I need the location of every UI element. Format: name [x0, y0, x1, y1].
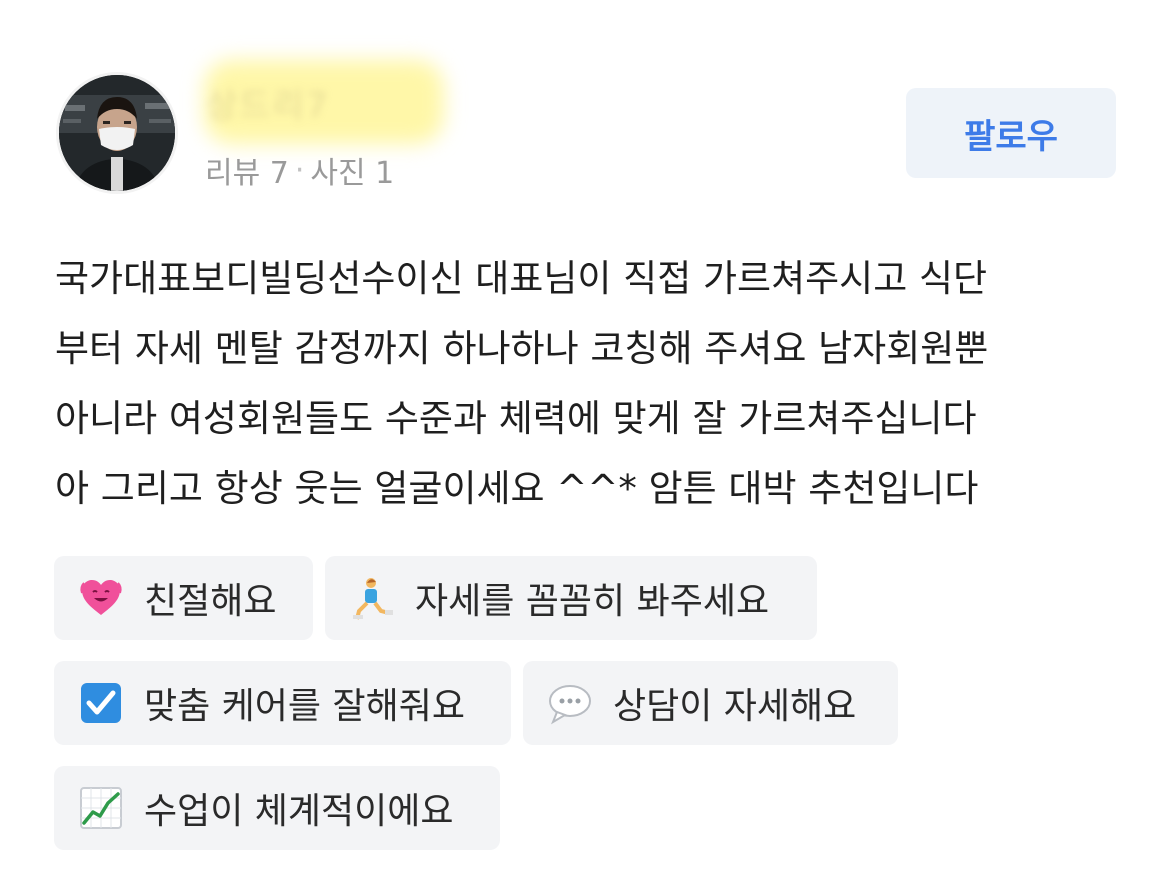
reviewer-stats: 리뷰 7 · 사진 1 — [205, 148, 394, 192]
lunge-person-icon — [349, 575, 395, 621]
tag-label: 자세를 꼼꼼히 봐주세요 — [415, 581, 770, 622]
follow-button[interactable]: 팔로우 — [906, 88, 1116, 178]
review-line: 부터 자세 멘탈 감정까지 하나하나 코칭해 주셔요 남자회원뿐 — [55, 327, 989, 370]
speech-bubble-icon — [547, 680, 593, 726]
reviewer-name[interactable]: 상드리7 — [206, 78, 329, 127]
avatar[interactable] — [56, 72, 178, 194]
review-card: 상드리7 리뷰 7 · 사진 1 팔로우 국가대표보디빌딩선수이신 대표님이 직… — [0, 0, 1170, 873]
photo-count: 사진 1 — [310, 156, 395, 191]
tag-systematic[interactable]: 수업이 체계적이에요 — [54, 766, 500, 850]
stats-separator: · — [294, 152, 305, 188]
review-line: 아니라 여성회원들도 수준과 체력에 맞게 잘 가르쳐주십니다 — [55, 397, 977, 440]
tag-label: 친절해요 — [144, 581, 277, 622]
review-line: 국가대표보디빌딩선수이신 대표님이 직접 가르쳐주시고 식단 — [55, 257, 988, 300]
review-body: 국가대표보디빌딩선수이신 대표님이 직접 가르쳐주시고 식단 부터 자세 멘탈 … — [55, 244, 1115, 524]
tag-label: 상담이 자세해요 — [613, 686, 857, 727]
checkbox-icon — [78, 680, 124, 726]
review-count: 리뷰 7 — [205, 156, 289, 191]
tag-kind[interactable]: 친절해요 — [54, 556, 313, 640]
review-line: 아 그리고 항상 웃는 얼굴이세요 ^^* 암튼 대박 추천입니다 — [55, 467, 979, 510]
chart-up-icon — [78, 785, 124, 831]
tag-custom-care[interactable]: 맞춤 케어를 잘해줘요 — [54, 661, 511, 745]
tag-posture[interactable]: 자세를 꼼꼼히 봐주세요 — [325, 556, 817, 640]
avatar-photo — [59, 75, 175, 191]
heart-icon — [78, 575, 124, 621]
tag-label: 수업이 체계적이에요 — [144, 791, 454, 832]
tag-consult[interactable]: 상담이 자세해요 — [523, 661, 898, 745]
tag-label: 맞춤 케어를 잘해줘요 — [144, 686, 465, 727]
